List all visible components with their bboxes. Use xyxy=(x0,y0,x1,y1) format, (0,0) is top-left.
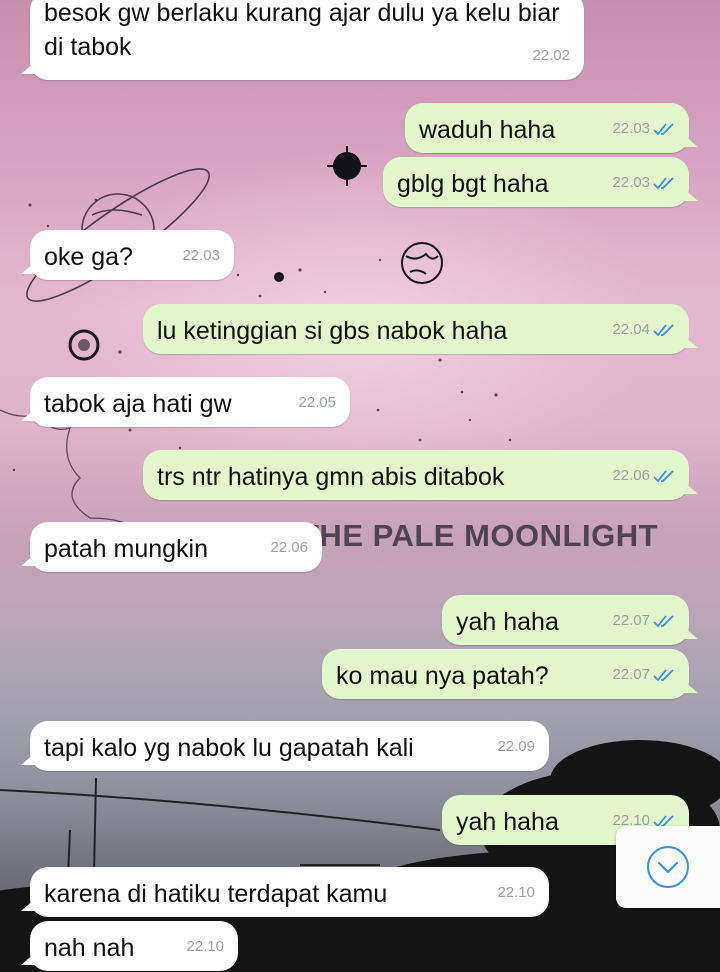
message-time-wrap: 22.09 xyxy=(497,732,535,762)
bubble-tail xyxy=(684,627,698,639)
bubble-tail xyxy=(21,409,35,421)
read-tick-icon xyxy=(653,669,674,682)
wallpaper-text-line2: THE PALE MOONLIGHT xyxy=(300,518,659,553)
message-text: besok gw berlaku kurang ajar dulu ya kel… xyxy=(44,0,560,61)
message-text: waduh haha xyxy=(419,116,556,144)
read-tick-icon xyxy=(653,177,674,190)
bubble-tail xyxy=(684,482,698,494)
message-time: 22.09 xyxy=(497,738,535,755)
message-time: 22.04 xyxy=(612,321,650,338)
message-time: 22.07 xyxy=(612,666,650,683)
message-time: 22.07 xyxy=(612,612,650,629)
bubble-tail xyxy=(684,336,698,348)
message-text: karena di hatiku terdapat kamu xyxy=(44,880,388,908)
message-time-wrap: 22.10 xyxy=(497,878,535,908)
message-time: 22.10 xyxy=(497,884,535,901)
message-incoming[interactable]: tapi kalo yg nabok lu gapatah kali 22.09 xyxy=(21,721,549,771)
message-time-wrap: 22.05 xyxy=(298,388,336,418)
message-time: 22.06 xyxy=(270,539,308,556)
bubble-tail xyxy=(21,554,35,566)
message-text: gblg bgt haha xyxy=(397,170,549,198)
message-text: yah haha xyxy=(456,608,559,636)
message-incoming[interactable]: oke ga? 22.03 xyxy=(21,230,234,280)
message-time: 22.06 xyxy=(612,467,650,484)
message-time-wrap: 22.06 xyxy=(270,533,308,563)
bubble-tail xyxy=(21,899,35,911)
message-text: tabok aja hati gw xyxy=(44,390,232,418)
message-time-wrap: 22.03 xyxy=(182,241,220,271)
message-text: oke ga? xyxy=(44,243,133,271)
read-tick-icon xyxy=(653,324,674,337)
message-time: 22.10 xyxy=(186,938,224,955)
message-time-wrap: 22.07 xyxy=(612,606,675,636)
bubble-tail xyxy=(21,753,35,765)
message-incoming[interactable]: patah mungkin 22.06 xyxy=(21,522,322,572)
read-tick-icon xyxy=(653,470,674,483)
message-time-wrap: 22.07 xyxy=(612,660,675,690)
message-incoming[interactable]: nah nah 22.10 xyxy=(21,921,238,971)
message-outgoing[interactable]: waduh haha 22.03 xyxy=(405,103,698,153)
bubble-tail xyxy=(21,953,35,965)
message-outgoing[interactable]: lu ketinggian si gbs nabok haha 22.04 xyxy=(143,304,698,354)
bubble-tail xyxy=(684,135,698,147)
message-text: lu ketinggian si gbs nabok haha xyxy=(157,317,508,345)
bubble-tail xyxy=(21,62,35,74)
message-time-wrap: 22.06 xyxy=(612,461,675,491)
message-outgoing[interactable]: trs ntr hatinya gmn abis ditabok 22.06 xyxy=(143,450,698,500)
message-text: tapi kalo yg nabok lu gapatah kali xyxy=(44,734,414,762)
message-time: 22.05 xyxy=(298,394,336,411)
message-incoming[interactable]: besok gw berlaku kurang ajar dulu ya kel… xyxy=(21,0,584,80)
message-text: ko mau nya patah? xyxy=(336,662,549,690)
message-time-wrap: 22.04 xyxy=(612,315,675,345)
bubble-tail xyxy=(21,262,35,274)
message-time: 22.03 xyxy=(612,174,650,191)
message-incoming[interactable]: tabok aja hati gw 22.05 xyxy=(21,377,350,427)
read-tick-icon xyxy=(653,615,674,628)
message-text: nah nah xyxy=(44,934,135,962)
message-text: patah mungkin xyxy=(44,535,209,563)
message-time-wrap: 22.02 xyxy=(532,41,570,71)
message-time: 22.03 xyxy=(182,247,220,264)
bubble-tail xyxy=(684,681,698,693)
message-outgoing[interactable]: ko mau nya patah? 22.07 xyxy=(322,649,698,699)
message-outgoing[interactable]: yah haha 22.07 xyxy=(442,595,698,645)
message-time: 22.02 xyxy=(532,47,570,64)
message-time: 22.03 xyxy=(612,120,650,137)
message-time-wrap: 22.10 xyxy=(186,932,224,962)
message-text: trs ntr hatinya gmn abis ditabok xyxy=(157,463,505,491)
scroll-to-bottom-button[interactable] xyxy=(616,826,720,908)
bubble-tail xyxy=(684,189,698,201)
message-time-wrap: 22.03 xyxy=(612,168,675,198)
read-tick-icon xyxy=(653,123,674,136)
message-incoming[interactable]: karena di hatiku terdapat kamu 22.10 xyxy=(21,867,549,917)
message-time-wrap: 22.03 xyxy=(612,114,675,144)
message-outgoing[interactable]: gblg bgt haha 22.03 xyxy=(383,157,698,207)
chevron-down-circle-icon xyxy=(647,846,689,888)
message-text: yah haha xyxy=(456,808,559,836)
